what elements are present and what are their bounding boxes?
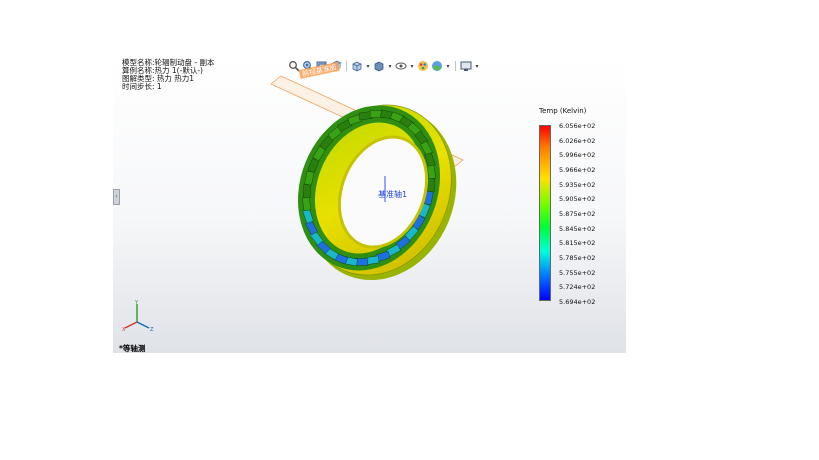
legend-tick-label: 5.935e+02 [559, 180, 596, 189]
legend-tick-label: 5.905e+02 [559, 195, 596, 204]
plane-label: 前视基准面 [301, 62, 337, 78]
legend-tick-label: 5.815e+02 [559, 239, 596, 248]
legend-tick-label: 5.694e+02 [559, 298, 596, 306]
legend-tick-label: 5.724e+02 [559, 283, 596, 292]
legend-tick-label: 5.845e+02 [559, 224, 596, 233]
graphics-viewport[interactable]: 模型名称:轮辐制动盘 - 副本 算例名称:热力 1(-默认-) 图解类型: 热力… [113, 56, 626, 353]
svg-text:X: X [122, 327, 126, 333]
temperature-color-bar [539, 125, 551, 301]
legend-tick-label: 5.966e+02 [559, 166, 596, 174]
disc-fin [303, 184, 311, 198]
legend-tick-label: 6.056e+02 [559, 122, 596, 130]
disc-fin [427, 178, 435, 192]
axis-label: 基准轴1 [378, 189, 407, 199]
legend-tick-label: 6.026e+02 [559, 136, 596, 145]
view-name: *等轴测 [119, 344, 146, 353]
svg-text:Z: Z [150, 327, 154, 333]
legend-tick-label: 5.785e+02 [559, 254, 596, 262]
legend-tick-label: 5.875e+02 [559, 210, 596, 218]
svg-text:Y: Y [134, 300, 139, 306]
legend-tick-label: 5.996e+02 [559, 151, 596, 160]
legend-title: Temp (Kelvin) [539, 107, 587, 115]
coordinate-triad: Y X Z [122, 300, 154, 333]
legend-tick-label: 5.755e+02 [559, 268, 596, 277]
